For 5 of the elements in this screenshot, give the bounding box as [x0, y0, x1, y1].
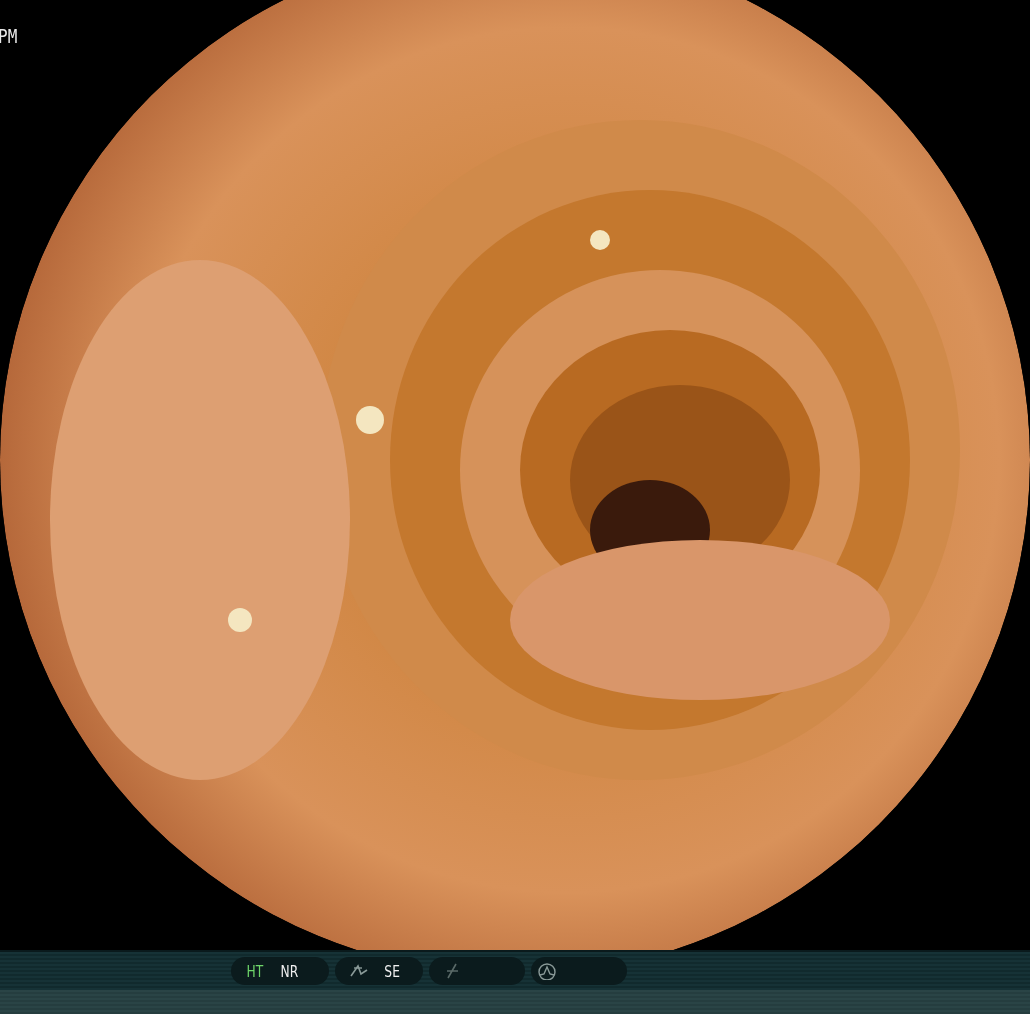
time-text: PM — [0, 24, 18, 48]
mode-label: SE — [384, 961, 400, 981]
mode-label: HT — [246, 961, 264, 981]
mode-label: NR — [280, 961, 298, 981]
wave-icon — [537, 962, 557, 980]
